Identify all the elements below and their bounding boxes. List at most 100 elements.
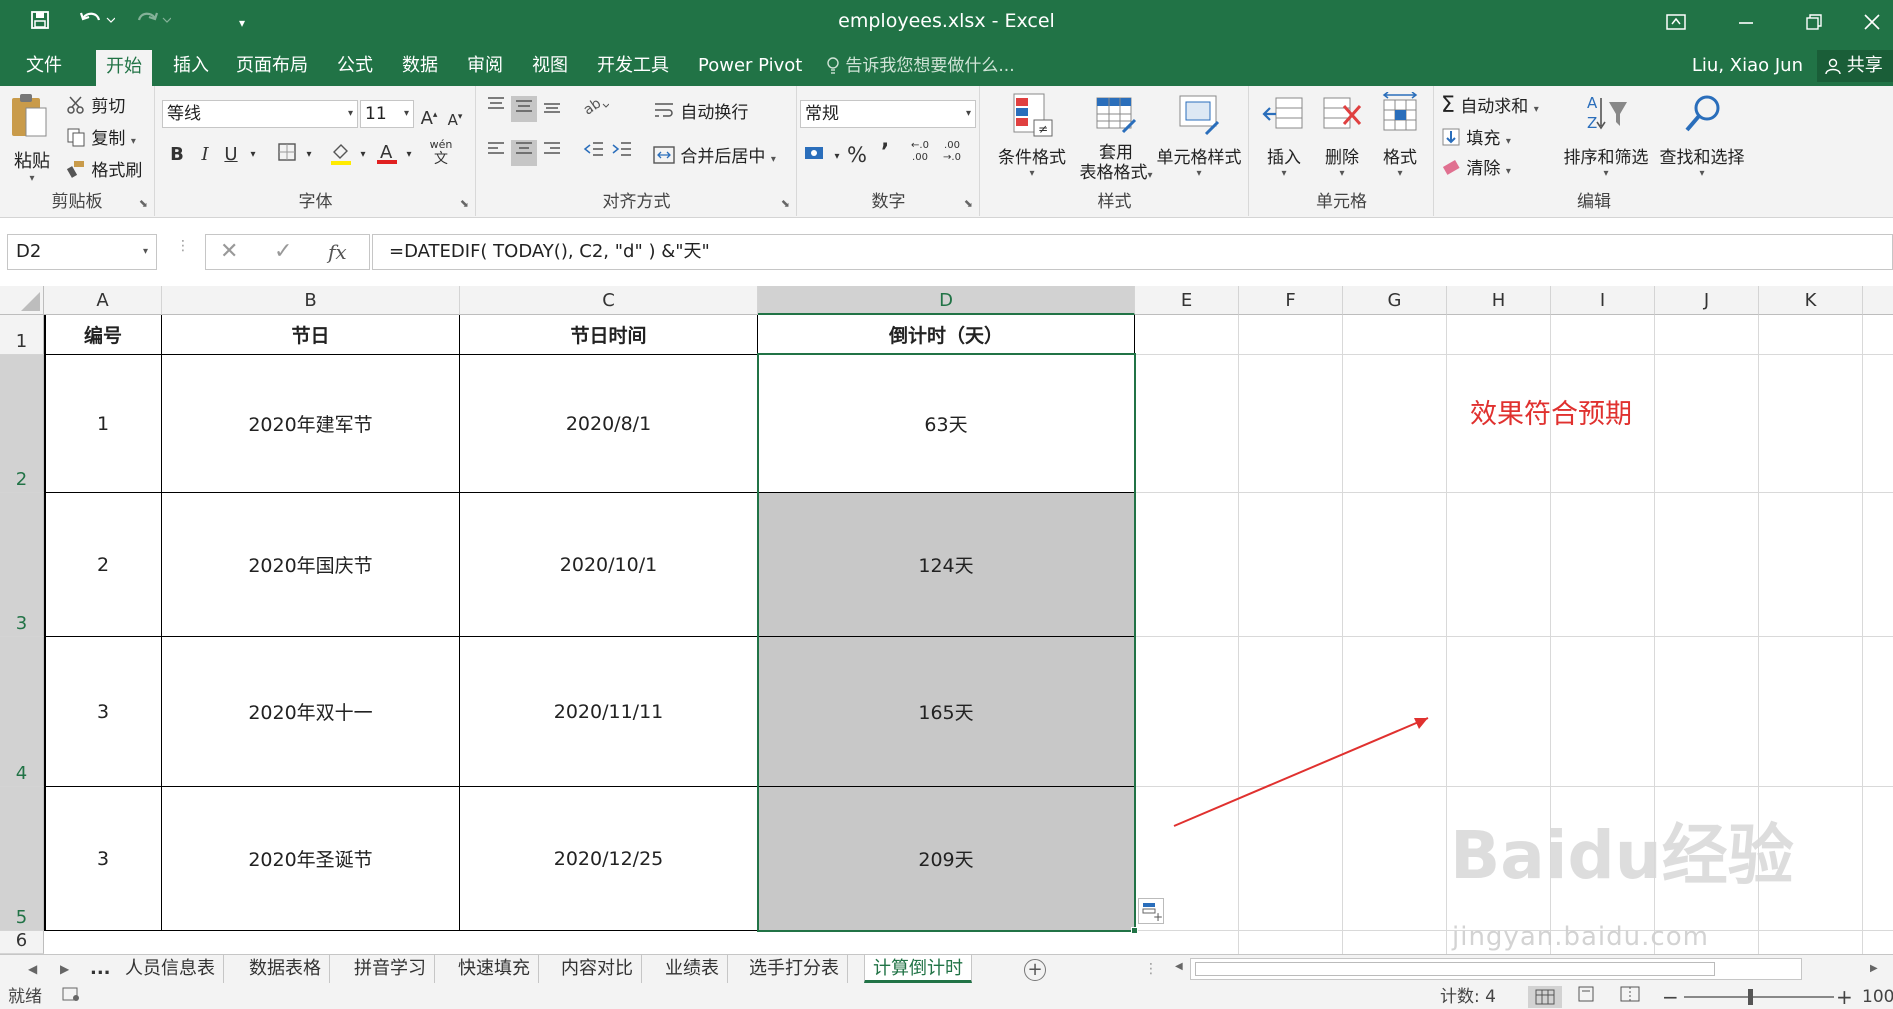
cell-styles-button[interactable]: 单元格样式 ▾ <box>1151 92 1247 179</box>
cell-d3[interactable]: 124天 <box>758 493 1135 637</box>
ribbon-display-icon[interactable] <box>1656 6 1696 40</box>
copy-dropdown-icon[interactable]: ▾ <box>131 136 136 147</box>
clear-button[interactable]: 清除 ▾ <box>1441 154 1511 182</box>
tab-file[interactable]: 文件 <box>16 46 72 86</box>
column-header-g[interactable]: G <box>1343 286 1447 315</box>
borders-dropdown-icon[interactable]: ▾ <box>296 142 322 168</box>
sheet-tab-active[interactable]: 计算倒计时 <box>864 955 972 983</box>
tab-review[interactable]: 审阅 <box>457 46 513 86</box>
fill-color-dropdown-icon[interactable]: ▾ <box>350 142 376 168</box>
more-sheets-button[interactable]: ... <box>82 955 119 983</box>
column-header-a[interactable]: A <box>44 286 162 315</box>
share-button[interactable]: 共享 <box>1817 50 1893 82</box>
cell-a1[interactable]: 编号 <box>45 315 162 355</box>
tab-view[interactable]: 视图 <box>522 46 578 86</box>
paste-button[interactable]: 粘贴 ▾ <box>8 92 56 192</box>
sheet-tab[interactable]: 选手打分表 <box>741 955 848 983</box>
find-select-button[interactable]: 查找和选择 ▾ <box>1655 92 1749 179</box>
cell-c3[interactable]: 2020/10/1 <box>460 493 758 637</box>
cancel-icon[interactable]: ✕ <box>220 235 238 269</box>
sheet-tab[interactable]: 拼音学习 <box>346 955 435 983</box>
tell-me-search[interactable]: 告诉我您想要做什么... <box>826 46 1015 86</box>
cell-a3[interactable]: 2 <box>45 493 162 637</box>
increase-indent-icon[interactable] <box>609 140 635 166</box>
column-header-d[interactable]: D <box>758 286 1135 315</box>
minimize-icon[interactable] <box>1726 6 1766 40</box>
comma-button[interactable]: ’ <box>872 140 898 166</box>
increase-decimal-icon[interactable]: ←.0.00 <box>906 140 934 166</box>
decrease-indent-icon[interactable] <box>581 140 607 166</box>
normal-view-icon[interactable] <box>1528 986 1562 1008</box>
scroll-tabs-left-icon[interactable]: ◀ <box>28 955 37 983</box>
align-right-icon[interactable] <box>539 140 565 166</box>
number-format-combo[interactable]: 常规 ▾ <box>800 100 976 128</box>
cell-d2[interactable]: 63天 <box>758 355 1135 493</box>
column-header-l[interactable] <box>1863 286 1893 315</box>
scroll-left-icon[interactable]: ◀ <box>1175 961 1183 972</box>
merge-dropdown-icon[interactable]: ▾ <box>771 154 776 165</box>
cell-c2[interactable]: 2020/8/1 <box>460 355 758 493</box>
restore-icon[interactable] <box>1794 6 1834 40</box>
cell-b3[interactable]: 2020年国庆节 <box>162 493 460 637</box>
cell-d5[interactable]: 209天 <box>758 787 1135 931</box>
zoom-slider-thumb[interactable] <box>1748 989 1753 1005</box>
autosum-button[interactable]: Σ 自动求和 ▾ <box>1441 92 1539 118</box>
insert-cells-button[interactable]: 插入 ▾ <box>1256 92 1312 179</box>
tab-power-pivot[interactable]: Power Pivot <box>688 46 812 86</box>
row-header-3[interactable]: 3 <box>0 493 44 637</box>
autosum-dropdown-icon[interactable]: ▾ <box>1534 104 1539 115</box>
row-header-1[interactable]: 1 <box>0 315 44 355</box>
cell-b1[interactable]: 节日 <box>162 315 460 355</box>
cell-a4[interactable]: 3 <box>45 637 162 787</box>
row-header-5[interactable]: 5 <box>0 787 44 931</box>
sort-filter-button[interactable]: AZ 排序和筛选 ▾ <box>1561 92 1651 179</box>
scroll-right-icon[interactable]: ▶ <box>1870 957 1878 981</box>
horizontal-scrollbar[interactable]: ◀ <box>1175 958 1802 980</box>
zoom-out-icon[interactable]: − <box>1662 986 1679 1008</box>
align-middle-icon[interactable] <box>511 96 537 122</box>
column-header-i[interactable]: I <box>1551 286 1655 315</box>
tab-data[interactable]: 数据 <box>392 46 448 86</box>
sheet-tab[interactable]: 业绩表 <box>657 955 728 983</box>
row-header-2[interactable]: 2 <box>0 355 44 493</box>
align-top-icon[interactable] <box>483 96 509 122</box>
merge-center-button[interactable]: 合并后居中 ▾ <box>653 142 776 170</box>
delete-cells-button[interactable]: 删除 ▾ <box>1314 92 1370 179</box>
sheet-tab[interactable]: 快速填充 <box>450 955 539 983</box>
alignment-launcher-icon[interactable]: ⬊ <box>781 197 790 210</box>
page-break-view-icon[interactable] <box>1620 986 1640 1008</box>
row-header-4[interactable]: 4 <box>0 637 44 787</box>
zoom-in-icon[interactable]: + <box>1836 986 1853 1008</box>
column-header-j[interactable]: J <box>1655 286 1759 315</box>
align-bottom-icon[interactable] <box>539 96 565 122</box>
phonetic-guide-button[interactable]: wén 文 <box>428 138 454 166</box>
cell-c4[interactable]: 2020/11/11 <box>460 637 758 787</box>
cell-a5[interactable]: 3 <box>45 787 162 931</box>
fill-dropdown-icon[interactable]: ▾ <box>1506 136 1511 147</box>
tab-formulas[interactable]: 公式 <box>327 46 383 86</box>
tab-home[interactable]: 开始 <box>96 50 152 86</box>
column-header-c[interactable]: C <box>460 286 758 315</box>
name-box[interactable]: D2 ▾ <box>7 234 157 270</box>
column-header-k[interactable]: K <box>1759 286 1863 315</box>
cell-b2[interactable]: 2020年建军节 <box>162 355 460 493</box>
formula-input[interactable]: =DATEDIF( TODAY(), C2, "d" ) &"天" <box>372 234 1893 270</box>
cell-d1[interactable]: 倒计时（天） <box>758 315 1135 355</box>
clipboard-launcher-icon[interactable]: ⬊ <box>139 197 148 210</box>
align-center-icon[interactable] <box>511 140 537 166</box>
cut-button[interactable]: 剪切 <box>66 92 125 120</box>
column-header-h[interactable]: H <box>1447 286 1551 315</box>
font-name-combo[interactable]: 等线 ▾ <box>162 100 358 128</box>
sheet-tab[interactable]: 内容对比 <box>553 955 642 983</box>
cell-a2[interactable]: 1 <box>45 355 162 493</box>
wrap-text-button[interactable]: 自动换行 <box>653 98 748 126</box>
insert-function-icon[interactable]: fx <box>328 235 347 269</box>
orientation-icon[interactable]: ab <box>581 95 610 122</box>
underline-dropdown-icon[interactable]: ▾ <box>240 142 266 168</box>
zoom-slider[interactable] <box>1684 996 1834 998</box>
font-color-dropdown-icon[interactable]: ▾ <box>396 142 422 168</box>
clear-dropdown-icon[interactable]: ▾ <box>1506 166 1511 177</box>
zoom-level[interactable]: 100 <box>1862 986 1893 1008</box>
paste-dropdown-icon[interactable]: ▾ <box>8 173 56 184</box>
worksheet-grid[interactable]: A B C D E F G H I J K 1 2 3 4 5 6 编号 节日 … <box>0 286 1893 954</box>
